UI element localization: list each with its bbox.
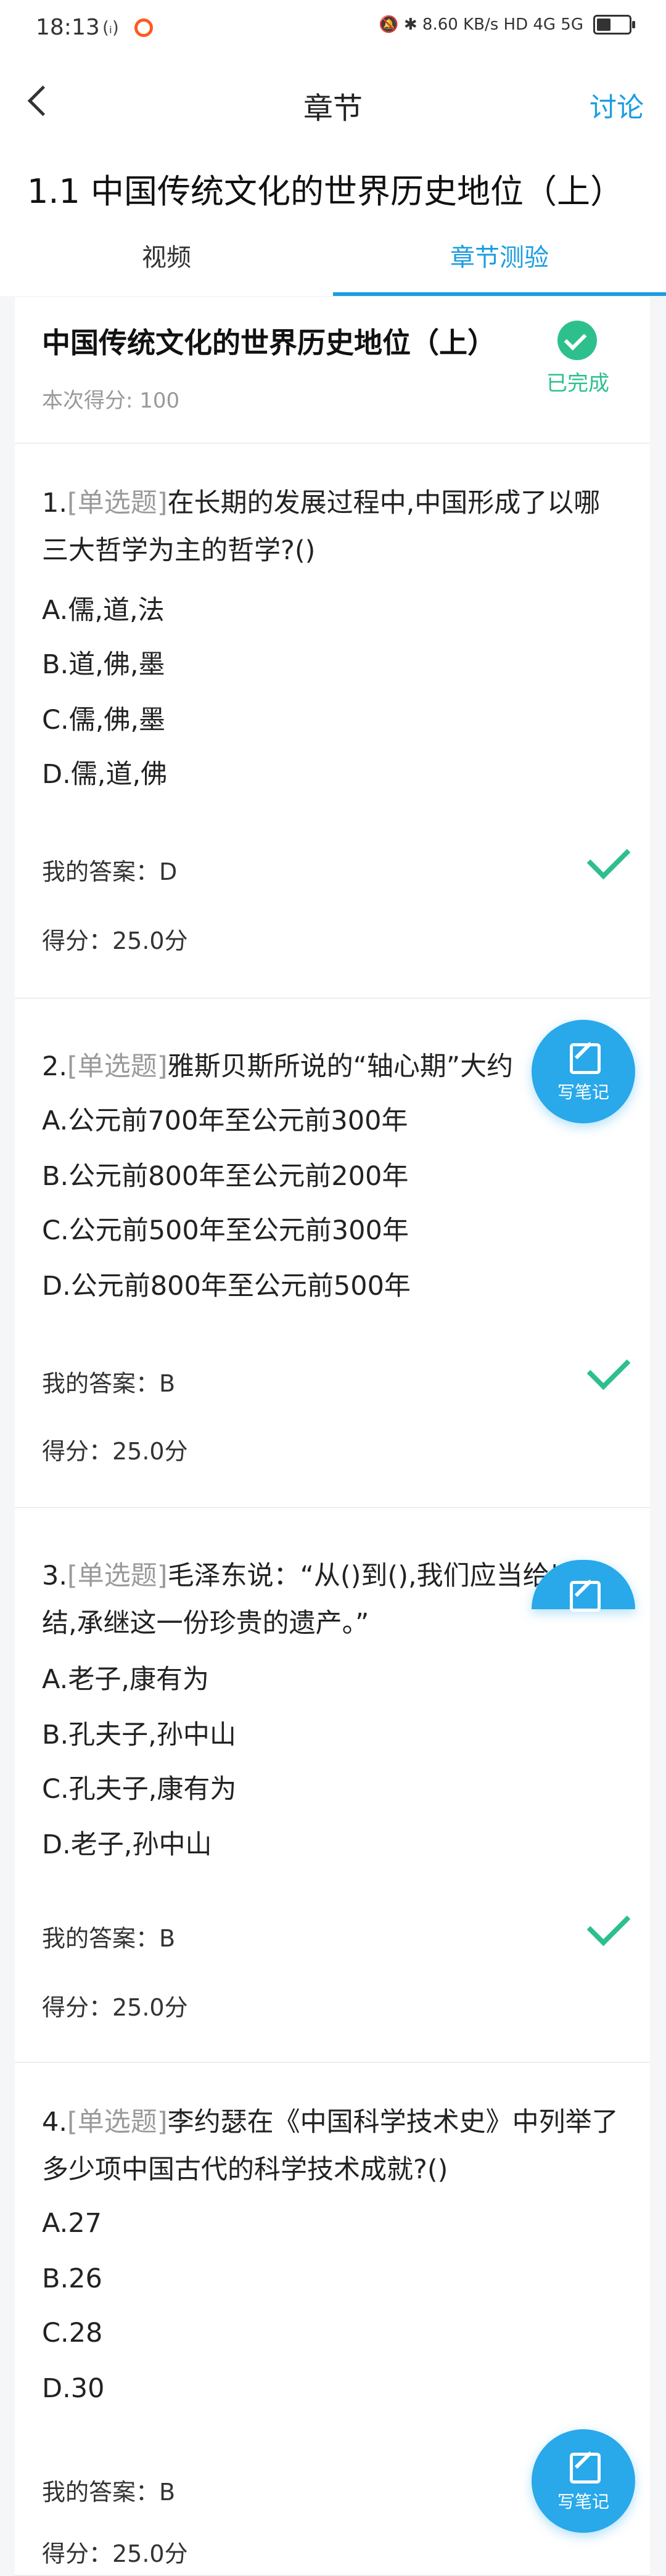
question-type: [单选题] (67, 1561, 168, 1591)
question-stem: 1.[单选题]在长期的发展过程中,中国形成了以哪三大哲学为主的哲学?() (42, 480, 622, 575)
completed-check-icon (557, 321, 597, 360)
option-c: C.儒,佛,墨 (42, 705, 166, 736)
correct-check-icon (586, 1346, 631, 1390)
quiz-summary: 中国传统文化的世界历史地位（上） 本次得分: 100 已完成 (15, 297, 650, 444)
wireless-icon: (ᵢ) (102, 17, 119, 38)
option-a: A.儒,道,法 (42, 595, 165, 626)
option-d: D.30 (42, 2373, 105, 2404)
question-stem: 4.[单选题]李约瑟在《中国科学技术史》中列举了多少项中国古代的科学技术成就?(… (42, 2099, 622, 2194)
question-score: 得分：25.0分 (42, 927, 188, 954)
option-c: C.公元前500年至公元前300年 (42, 1215, 409, 1246)
nav-bar: 章节 讨论 (0, 59, 666, 149)
page-title: 章节 (303, 91, 363, 126)
my-answer: 我的答案：B (42, 1925, 176, 1952)
question-score: 得分：25.0分 (42, 1994, 188, 2021)
my-answer: 我的答案：B (42, 2479, 176, 2506)
edit-icon (570, 1043, 601, 1074)
edit-icon (570, 2453, 601, 2484)
question-number: 1. (42, 488, 68, 519)
battery-icon (593, 15, 635, 35)
option-c: C.28 (42, 2318, 103, 2348)
question-number: 3. (42, 1561, 68, 1591)
tab-bar: 视频 章节测验 (0, 223, 666, 296)
option-a: A.公元前700年至公元前300年 (42, 1105, 408, 1136)
my-answer: 我的答案：D (42, 858, 178, 885)
status-bar: 18:13 (ᵢ) 🔕 ✱ 8.60 KB/s HD 4G 5G (0, 0, 666, 59)
chapter-title: 1.1 中国传统文化的世界历史地位（上） (27, 172, 624, 211)
option-c: C.孔夫子,康有为 (42, 1774, 237, 1805)
option-a: A.老子,康有为 (42, 1664, 209, 1695)
quiz-score: 本次得分: 100 (42, 388, 180, 413)
discussion-button[interactable]: 讨论 (590, 85, 644, 125)
question-text: 雅斯贝斯所说的“轴心期”大约 (167, 1051, 514, 1082)
option-b: B.道,佛,墨 (42, 649, 165, 680)
question-type: [单选题] (67, 1051, 168, 1082)
option-a: A.27 (42, 2208, 102, 2239)
tab-video[interactable]: 视频 (0, 223, 333, 296)
question-score: 得分：25.0分 (42, 1438, 188, 1465)
status-icons: 🔕 ✱ 8.60 KB/s HD 4G 5G (379, 15, 635, 35)
write-note-button[interactable]: 写笔记 (532, 2429, 635, 2533)
completed-status: 已完成 (546, 371, 609, 396)
edit-icon (570, 1581, 601, 1612)
write-note-label: 写笔记 (557, 2492, 609, 2512)
question-number: 4. (42, 2107, 68, 2138)
correct-check-icon (586, 835, 631, 880)
network-status-icons: 🔕 ✱ 8.60 KB/s HD 4G 5G (379, 15, 583, 34)
tab-chapter-quiz[interactable]: 章节测验 (333, 223, 666, 296)
correct-check-icon (586, 1902, 631, 1946)
question-score: 得分：25.0分 (42, 2540, 188, 2567)
option-d: D.儒,道,佛 (42, 759, 168, 790)
record-indicator-icon (134, 18, 153, 37)
write-note-button[interactable]: 写笔记 (532, 1020, 635, 1123)
question-type: [单选题] (67, 488, 168, 519)
question-type: [单选题] (67, 2107, 168, 2138)
option-d: D.老子,孙中山 (42, 1829, 212, 1860)
chapter-header: 1.1 中国传统文化的世界历史地位（上） (0, 149, 666, 223)
quiz-title: 中国传统文化的世界历史地位（上） (42, 326, 496, 359)
status-time: 18:13 (36, 15, 100, 40)
option-d: D.公元前800年至公元前500年 (42, 1271, 411, 1302)
option-b: B.孔夫子,孙中山 (42, 1720, 236, 1750)
question-number: 2. (42, 1051, 68, 1082)
option-b: B.26 (42, 2263, 102, 2294)
option-b: B.公元前800年至公元前200年 (42, 1161, 409, 1192)
my-answer: 我的答案：B (42, 1370, 176, 1397)
question-card: 1.[单选题]在长期的发展过程中,中国形成了以哪三大哲学为主的哲学?() A.儒… (15, 444, 650, 999)
write-note-label: 写笔记 (557, 1082, 609, 1102)
